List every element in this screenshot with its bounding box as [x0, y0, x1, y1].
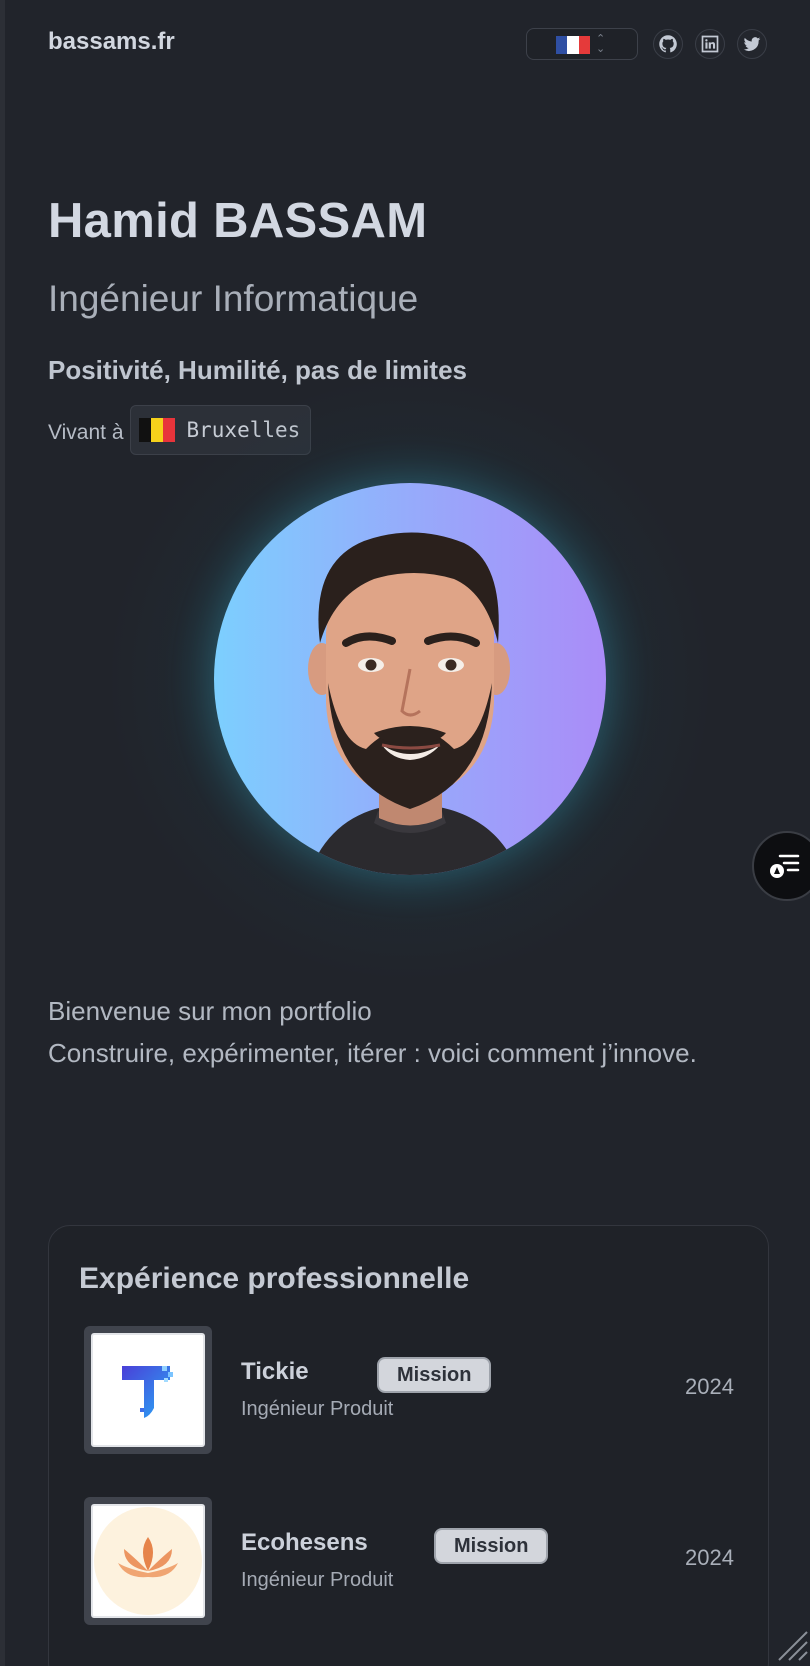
mission-badge: Mission	[434, 1528, 549, 1564]
experience-year: 2024	[685, 1374, 734, 1399]
language-select[interactable]: ⌃ ⌄	[526, 28, 638, 60]
table-of-contents-button[interactable]	[752, 831, 810, 901]
experience-card: Expérience professionnelle Tickie Missio…	[48, 1225, 769, 1666]
experience-item[interactable]: Ecohesens Mission Ingénieur Produit 2024	[84, 1497, 734, 1625]
france-flag-icon	[556, 36, 590, 54]
intro-text: Bienvenue sur mon portfolio Construire, …	[48, 990, 728, 1074]
ecohesens-logo	[91, 1504, 205, 1618]
experience-year: 2024	[685, 1545, 734, 1570]
site-header: bassams.fr ⌃ ⌄	[5, 0, 810, 90]
toc-icon	[770, 854, 800, 878]
twitter-button[interactable]	[737, 29, 767, 59]
intro-line-2: Construire, expérimenter, itérer : voici…	[48, 1038, 697, 1068]
hero-name: Hamid BASSAM	[48, 194, 428, 248]
intro-line-1: Bienvenue sur mon portfolio	[48, 996, 372, 1026]
company-role: Ingénieur Produit	[241, 1398, 394, 1420]
company-logo-frame	[84, 1326, 212, 1454]
profile-photo	[214, 483, 606, 875]
hero-title: Ingénieur Informatique	[48, 278, 419, 319]
linkedin-icon	[701, 35, 719, 53]
linkedin-button[interactable]	[695, 29, 725, 59]
location-label: Vivant à	[48, 421, 124, 444]
company-name: Ecohesens	[241, 1529, 368, 1556]
github-icon	[659, 35, 677, 53]
company-name: Tickie	[241, 1358, 309, 1385]
brand-link[interactable]: bassams.fr	[48, 28, 175, 56]
github-button[interactable]	[653, 29, 683, 59]
tickie-logo	[91, 1333, 205, 1447]
company-logo-frame	[84, 1497, 212, 1625]
chevron-updown-icon: ⌃ ⌄	[596, 33, 606, 55]
resize-grip-icon[interactable]	[775, 1628, 809, 1662]
experience-title: Expérience professionnelle	[79, 1262, 470, 1295]
mission-badge: Mission	[377, 1357, 492, 1393]
belgium-flag-icon	[138, 418, 175, 442]
experience-item[interactable]: Tickie Mission Ingénieur Produit 2024	[84, 1326, 734, 1454]
twitter-icon	[743, 37, 761, 51]
company-role: Ingénieur Produit	[241, 1569, 394, 1591]
